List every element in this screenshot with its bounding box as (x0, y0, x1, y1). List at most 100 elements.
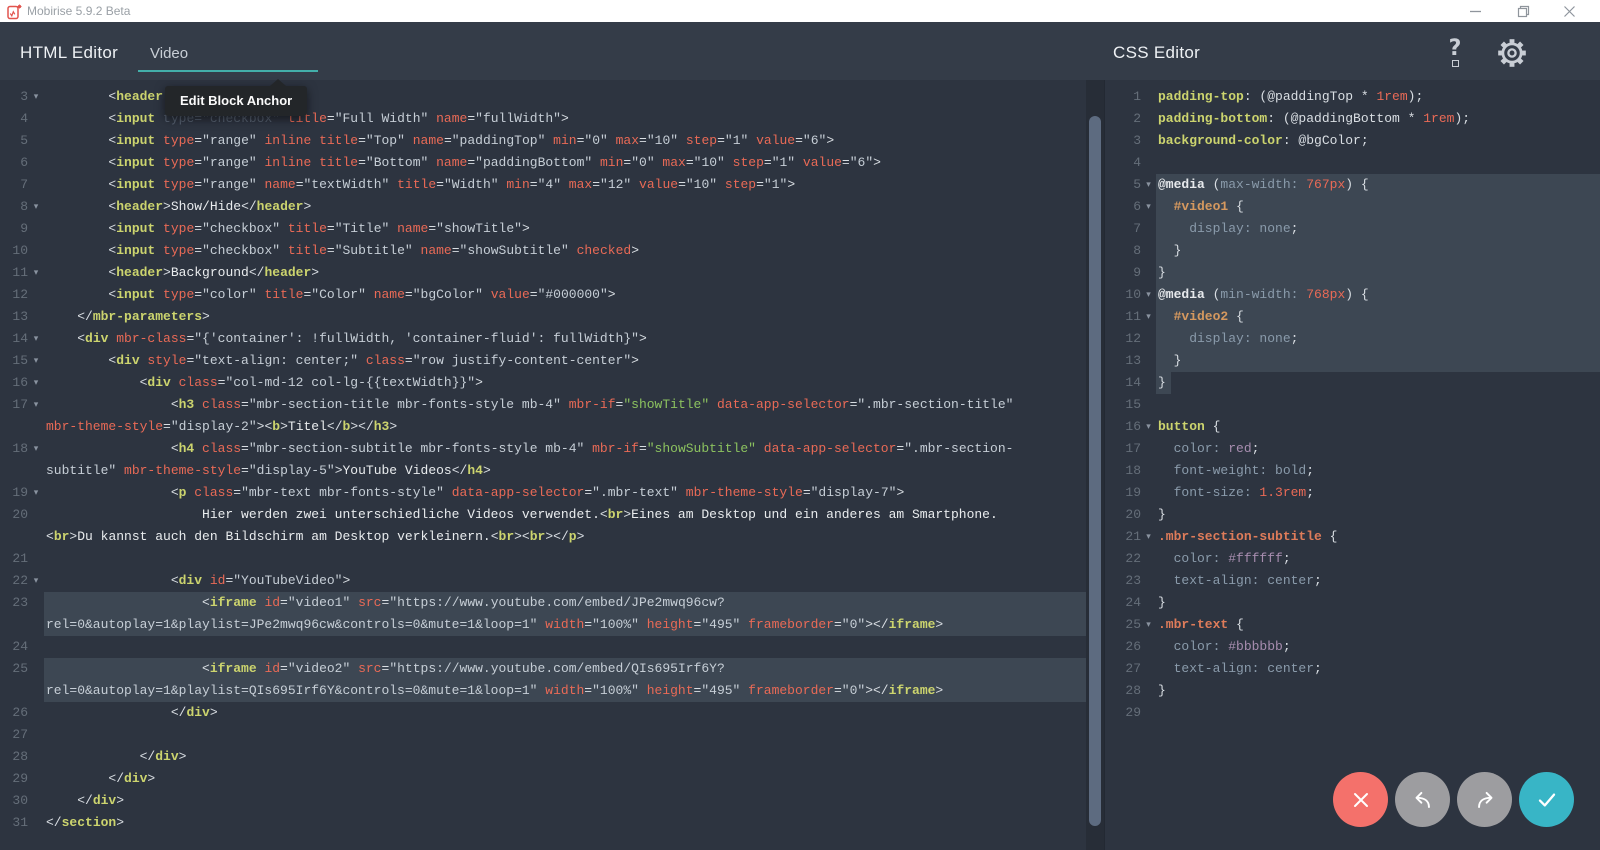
code-line[interactable]: 27 text-align: center; (1105, 658, 1600, 680)
code-line[interactable]: 20 Hier werden zwei unterschiedliche Vid… (0, 504, 1086, 526)
code-line[interactable]: 5 ▾ @media (max-width: 767px) { (1105, 174, 1600, 196)
code-line[interactable]: 8 ▾ <header>Show/Hide</header> (0, 196, 1086, 218)
code-line[interactable]: 23 text-align: center; (1105, 570, 1600, 592)
code-line[interactable]: 12 display: none; (1105, 328, 1600, 350)
fold-arrow-icon[interactable]: ▾ (28, 328, 44, 350)
code-line[interactable]: 4 (1105, 152, 1600, 174)
code-line[interactable]: 26 color: #bbbbbb; (1105, 636, 1600, 658)
code-line[interactable]: 13 </mbr-parameters> (0, 306, 1086, 328)
code-line[interactable]: 10 ▾ @media (min-width: 768px) { (1105, 284, 1600, 306)
settings-button[interactable] (1494, 35, 1530, 71)
code-line[interactable]: 1 padding-top: (@paddingTop * 1rem); (1105, 86, 1600, 108)
code-line[interactable]: <br>Du kannst auch den Bildschirm am Des… (0, 526, 1086, 548)
code-line[interactable]: 23 <iframe id="video1" src="https://www.… (0, 592, 1086, 614)
html-scrollbar-track[interactable] (1086, 80, 1104, 850)
code-line[interactable]: 12 <input type="color" title="Color" nam… (0, 284, 1086, 306)
code-line[interactable]: subtitle" mbr-theme-style="display-5">Yo… (0, 460, 1086, 482)
code-line[interactable]: 29 (1105, 702, 1600, 724)
code-line[interactable]: 21 ▾ .mbr-section-subtitle { (1105, 526, 1600, 548)
code-line[interactable]: 14 ▾ <div mbr-class="{'container': !fullW… (0, 328, 1086, 350)
close-button[interactable] (1552, 0, 1586, 22)
code-line[interactable]: 18 ▾ <h4 class="mbr-section-subtitle mbr-… (0, 438, 1086, 460)
code-line[interactable]: 9 <input type="checkbox" title="Title" n… (0, 218, 1086, 240)
code-line[interactable]: 15 (1105, 394, 1600, 416)
code-line[interactable]: 19 font-size: 1.3rem; (1105, 482, 1600, 504)
code-line[interactable]: 16 ▾ button { (1105, 416, 1600, 438)
code-line[interactable]: 29 </div> (0, 768, 1086, 790)
code-line[interactable]: mbr-theme-style="display-2"><b>Titel</b>… (0, 416, 1086, 438)
tab-video[interactable]: Video (150, 45, 188, 62)
fold-arrow-icon[interactable]: ▾ (28, 196, 44, 218)
fold-arrow-icon[interactable]: ▾ (28, 350, 44, 372)
code-line[interactable]: rel=0&autoplay=1&playlist=QIs695Irf6Y&co… (0, 680, 1086, 702)
code-text: <input type="color" title="Color" name="… (46, 287, 616, 302)
code-line[interactable]: 16 ▾ <div class="col-md-12 col-lg-{{textW… (0, 372, 1086, 394)
code-line[interactable]: 9} (1105, 262, 1600, 284)
fold-arrow-icon[interactable]: ▾ (28, 86, 44, 108)
code-line[interactable]: 6 ▾ #video1 { (1105, 196, 1600, 218)
code-line[interactable]: 11 ▾ #video2 { (1105, 306, 1600, 328)
code-line[interactable]: 19 ▾ <p class="mbr-text mbr-fonts-style" … (0, 482, 1086, 504)
line-number: 11 (1125, 309, 1141, 324)
fold-arrow-icon[interactable]: ▾ (28, 438, 44, 460)
code-line[interactable]: 7 <input type="range" name="textWidth" t… (0, 174, 1086, 196)
code-line[interactable]: 28} (1105, 680, 1600, 702)
code-line[interactable]: 18 font-weight: bold; (1105, 460, 1600, 482)
minimize-button[interactable] (1458, 0, 1492, 22)
code-line[interactable]: 22 color: #ffffff; (1105, 548, 1600, 570)
css-code-area[interactable]: 1 padding-top: (@paddingTop * 1rem); 2 padd… (1104, 80, 1600, 850)
code-line[interactable]: 7 display: none; (1105, 218, 1600, 240)
line-number: 6 (20, 155, 28, 170)
help-button[interactable]: ? (1437, 35, 1473, 71)
window-titlebar: Mobirise 5.9.2 Beta (0, 0, 1600, 22)
code-line[interactable]: 25 ▾ .mbr-text { (1105, 614, 1600, 636)
code-line[interactable]: 14} (1105, 372, 1600, 394)
code-line[interactable]: 22 ▾ <div id="YouTubeVideo"> (0, 570, 1086, 592)
code-line[interactable]: 2 padding-bottom: (@paddingBottom * 1rem)… (1105, 108, 1600, 130)
code-line[interactable]: 11 ▾ <header>Background</header> (0, 262, 1086, 284)
fold-arrow-icon[interactable]: ▾ (28, 262, 44, 284)
fold-arrow-icon[interactable]: ▾ (28, 394, 44, 416)
code-line[interactable]: 24} (1105, 592, 1600, 614)
code-line[interactable]: 13 } (1105, 350, 1600, 372)
code-line[interactable]: 4 <input type="checkbox" title="Full Wid… (0, 108, 1086, 130)
fold-arrow-icon[interactable]: ▾ (1141, 284, 1156, 306)
cancel-button[interactable] (1333, 772, 1388, 827)
redo-button[interactable] (1457, 772, 1512, 827)
fold-arrow-icon[interactable]: ▾ (1141, 614, 1156, 636)
code-line[interactable]: 17 color: red; (1105, 438, 1600, 460)
code-line[interactable]: 27 (0, 724, 1086, 746)
fold-arrow-icon[interactable]: ▾ (1141, 526, 1156, 548)
restore-button[interactable] (1506, 0, 1540, 22)
code-line[interactable]: 3 background-color: @bgColor; (1105, 130, 1600, 152)
code-line[interactable]: 30 </div> (0, 790, 1086, 812)
fold-arrow-icon[interactable]: ▾ (1141, 416, 1156, 438)
fold-arrow-icon[interactable]: ▾ (1141, 174, 1156, 196)
code-line[interactable]: 25 <iframe id="video2" src="https://www.… (0, 658, 1086, 680)
code-line[interactable]: 17 ▾ <h3 class="mbr-section-title mbr-fon… (0, 394, 1086, 416)
fold-arrow-icon[interactable]: ▾ (1141, 196, 1156, 218)
fold-arrow-icon[interactable]: ▾ (28, 482, 44, 504)
confirm-button[interactable] (1519, 772, 1574, 827)
code-line[interactable]: rel=0&autoplay=1&playlist=JPe2mwq96cw&co… (0, 614, 1086, 636)
code-line[interactable]: 8 } (1105, 240, 1600, 262)
redo-arrow-icon (1477, 791, 1492, 808)
code-line[interactable]: 28 </div> (0, 746, 1086, 768)
html-scrollbar-thumb[interactable] (1089, 116, 1101, 826)
fold-arrow-icon[interactable]: ▾ (28, 372, 44, 394)
code-line[interactable]: 3 ▾ <header (0, 86, 1086, 108)
code-line[interactable]: 24 (0, 636, 1086, 658)
code-line[interactable]: 31 </section> (0, 812, 1086, 834)
code-line[interactable]: 6 <input type="range" inline title="Bott… (0, 152, 1086, 174)
fold-arrow-icon[interactable]: ▾ (1141, 306, 1156, 328)
code-line[interactable]: 21 (0, 548, 1086, 570)
fold-arrow-icon[interactable]: ▾ (28, 570, 44, 592)
code-line[interactable]: 26 </div> (0, 702, 1086, 724)
undo-button[interactable] (1395, 772, 1450, 827)
code-line[interactable]: 15 ▾ <div style="text-align: center;" cla… (0, 350, 1086, 372)
code-line[interactable]: 10 <input type="checkbox" title="Subtitl… (0, 240, 1086, 262)
code-line[interactable]: 5 <input type="range" inline title="Top"… (0, 130, 1086, 152)
code-line[interactable]: 20} (1105, 504, 1600, 526)
html-code-area[interactable]: 3 ▾ <header 4 <input type="checkbox" title… (0, 80, 1086, 850)
